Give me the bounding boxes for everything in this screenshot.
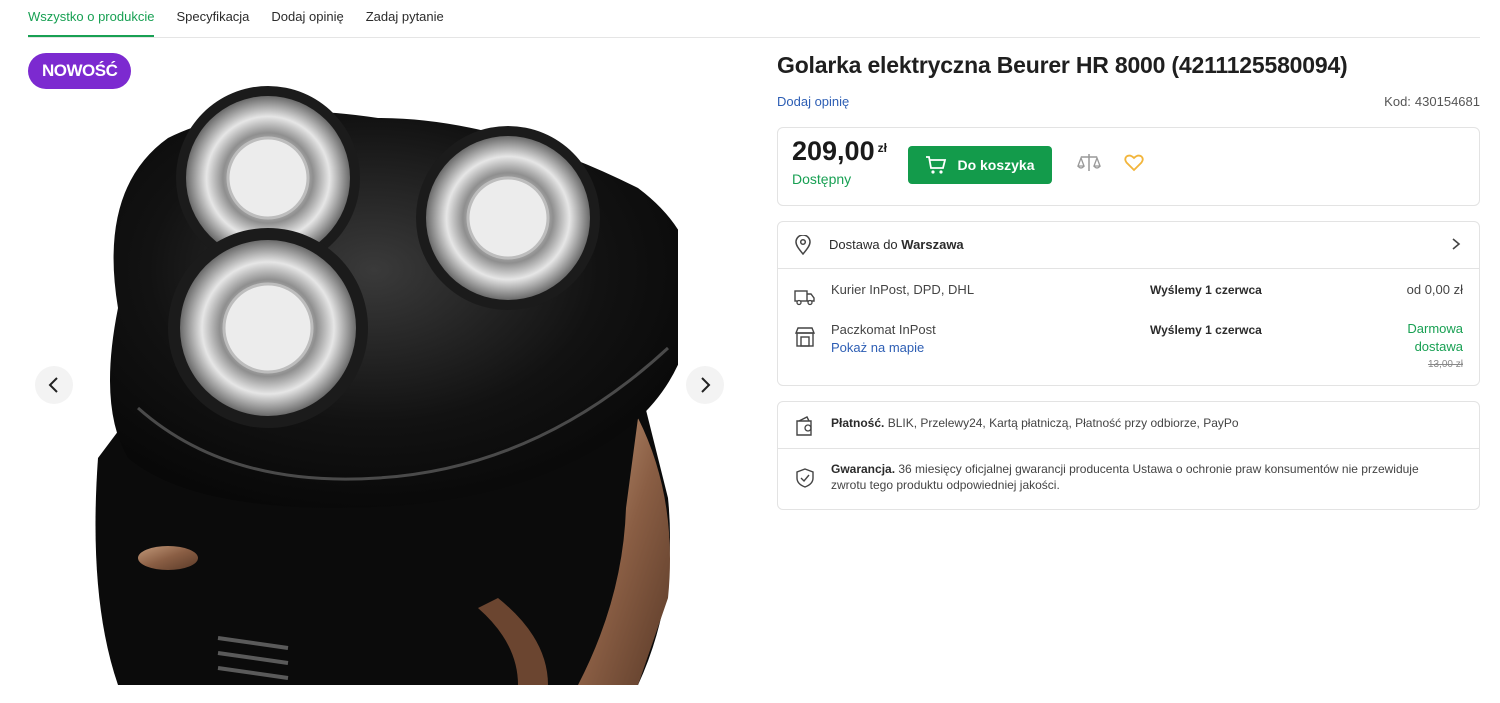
compare-button[interactable] [1076, 152, 1102, 179]
new-badge: NOWOŚĆ [28, 53, 132, 89]
delivery-location-selector[interactable]: Dostawa do Warszawa [778, 222, 1479, 269]
parcel-locker-ship-date: Wyślemy 1 czerwca [1150, 323, 1262, 337]
payment-warranty-box: Płatność. BLIK, Przelewy24, Kartą płatni… [777, 401, 1480, 510]
chevron-left-icon [48, 377, 58, 393]
wallet-icon [796, 416, 812, 436]
availability-status: Dostępny [792, 171, 852, 187]
courier-name: Kurier InPost, DPD, DHL [831, 282, 975, 297]
parcel-locker-free-delivery: Darmowa dostawa [1407, 321, 1463, 354]
show-on-map-link[interactable]: Pokaż na mapie [831, 340, 924, 355]
page-title: Golarka elektryczna Beurer HR 8000 (4211… [777, 52, 1348, 78]
warranty-text: Gwarancja. 36 miesięcy oficjalnej gwaran… [831, 461, 1451, 493]
product-gallery: NOWOŚĆ [28, 38, 738, 688]
delivery-prefix: Dostawa do [829, 237, 898, 252]
warranty-details: 36 miesięcy oficjalnej gwarancji produce… [831, 462, 1419, 492]
gallery-next-button[interactable] [686, 366, 724, 404]
add-to-cart-label: Do koszyka [957, 157, 1035, 173]
tab-add-review[interactable]: Dodaj opinię [271, 0, 343, 37]
product-code-value: 430154681 [1414, 94, 1480, 109]
compare-scale-icon [1077, 154, 1101, 171]
courier-cost: od 0,00 zł [1406, 282, 1463, 297]
payment-row: Płatność. BLIK, Przelewy24, Kartą płatni… [778, 402, 1479, 449]
gallery-prev-button[interactable] [35, 366, 73, 404]
heart-icon [1124, 154, 1144, 172]
truck-icon [794, 290, 815, 306]
payment-methods: BLIK, Przelewy24, Kartą płatniczą, Płatn… [887, 416, 1239, 430]
price-value: 209,00 [792, 136, 875, 166]
payment-text: Płatność. BLIK, Przelewy24, Kartą płatni… [831, 416, 1239, 430]
product-image[interactable] [78, 78, 678, 685]
tab-all-about-product[interactable]: Wszystko o produkcie [28, 0, 155, 37]
warranty-row: Gwarancja. 36 miesięcy oficjalnej gwaran… [778, 449, 1479, 511]
delivery-box: Dostawa do Warszawa Kurier InPost, DPD, … [777, 221, 1480, 386]
tab-ask-question[interactable]: Zadaj pytanie [366, 0, 444, 37]
parcel-locker-name: Paczkomat InPost [831, 322, 936, 337]
parcel-locker-icon [794, 327, 816, 347]
courier-ship-date: Wyślemy 1 czerwca [1150, 283, 1262, 297]
product-code: Kod: 430154681 [1380, 94, 1480, 109]
product-tabs: Wszystko o produkcie Specyfikacja Dodaj … [28, 0, 1480, 38]
delivery-city-text: Dostawa do Warszawa [829, 237, 964, 252]
delivery-city: Warszawa [901, 237, 964, 252]
add-to-cart-button[interactable]: Do koszyka [908, 146, 1052, 184]
chevron-right-icon [701, 377, 711, 393]
tab-specification[interactable]: Specyfikacja [176, 0, 249, 37]
chevron-right-icon [1452, 238, 1461, 250]
shield-check-icon [796, 468, 814, 488]
favorite-button[interactable] [1124, 154, 1144, 177]
warranty-label: Gwarancja. [831, 462, 896, 476]
price: 209,00 zł [792, 136, 887, 167]
payment-label: Płatność. [831, 416, 885, 430]
location-pin-icon [795, 235, 811, 255]
parcel-locker-old-price: 13,00 zł [1427, 359, 1463, 370]
add-review-link[interactable]: Dodaj opinię [777, 94, 849, 109]
price-currency: zł [877, 141, 887, 155]
cart-icon [926, 156, 947, 174]
price-box: 209,00 zł Dostępny Do koszyka [777, 127, 1480, 206]
product-code-label: Kod: [1384, 94, 1411, 109]
